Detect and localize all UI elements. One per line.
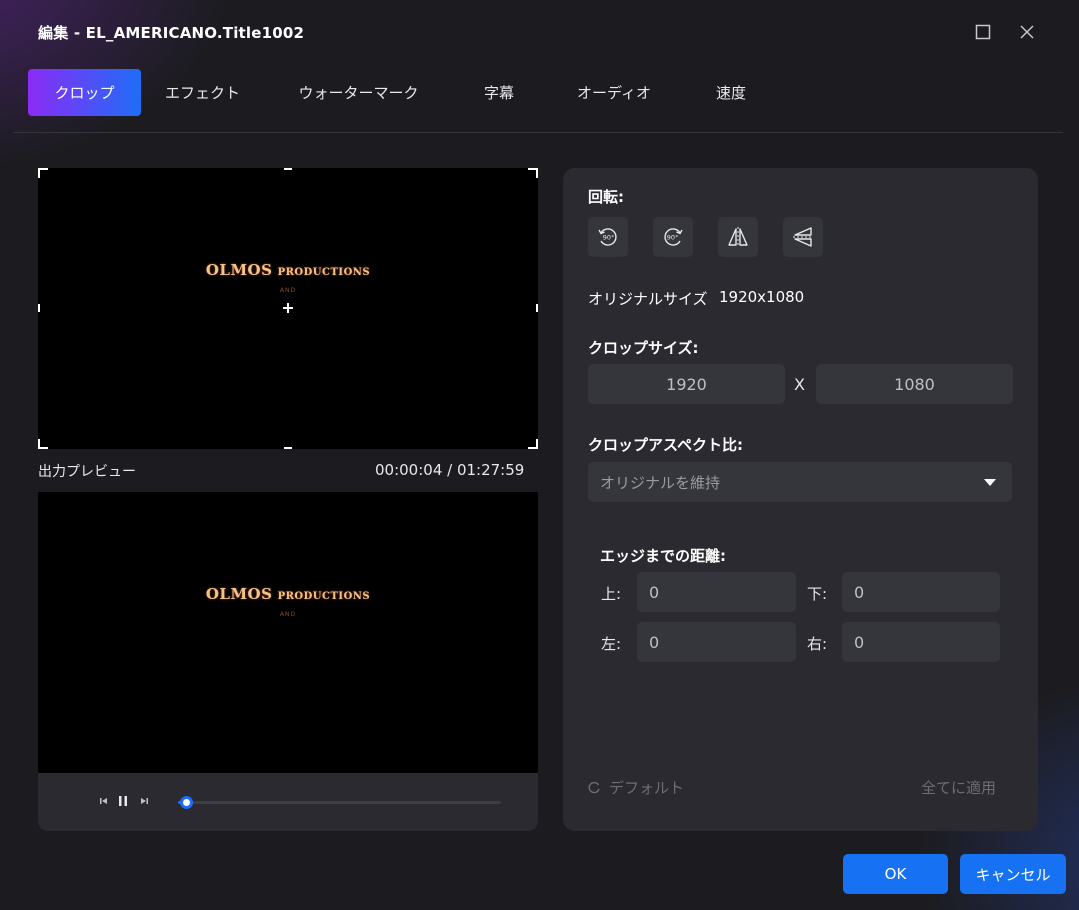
crop-preview[interactable]: OLMOS PRODUCTIONS AND [38,168,538,449]
right-distance-input[interactable]: 0 [842,622,1000,662]
pause-icon [119,796,127,806]
logo-small-text: AND [279,287,297,294]
logo-subtitle: PRODUCTIONS [277,267,371,278]
window-title: 編集 - EL_AMERICANO.Title1002 [38,24,305,42]
tab-audio[interactable]: オーディオ [568,69,660,116]
chevron-down-icon [984,479,996,486]
top-label: 上: [601,585,622,603]
close-icon [1020,25,1034,39]
tab-watermark[interactable]: ウォーターマーク [290,69,427,116]
crosshair-icon[interactable] [282,302,294,314]
skip-forward-icon [141,798,148,804]
tab-effects[interactable]: エフェクト [155,69,250,116]
crop-width-input[interactable]: 1920 [588,364,785,404]
skip-back-icon [100,798,107,804]
logo-small-text: AND [279,611,297,618]
rotate-right-button[interactable]: 90° [653,217,693,257]
output-preview-label: 出力プレビュー [38,464,136,480]
bottom-distance-input[interactable]: 0 [842,572,1000,612]
crop-handle-bottom-left[interactable] [38,439,48,449]
progress-track[interactable] [178,801,501,804]
crop-handle-top-left[interactable] [38,168,48,178]
logo-title: OLMOS [205,585,273,603]
maximize-icon [975,24,991,40]
video-logo: OLMOS PRODUCTIONS AND [38,260,538,294]
crop-handle-top-right[interactable] [528,168,538,178]
left-distance-input[interactable]: 0 [637,622,796,662]
reset-default-label: デフォルト [609,779,685,797]
flip-horizontal-icon [728,227,748,247]
ok-button[interactable]: OK [843,854,948,894]
rotate-left-degrees: 90° [603,234,615,242]
tab-subtitles[interactable]: 字幕 [468,69,530,116]
video-logo: OLMOS PRODUCTIONS AND [38,584,538,618]
tab-divider [13,132,1063,133]
aspect-ratio-select[interactable]: オリジナルを維持 [588,462,1012,502]
original-size-value: 1920x1080 [719,288,805,306]
flip-vertical-button[interactable] [783,217,823,257]
reset-icon [588,781,600,794]
crop-handle-bottom-right[interactable] [528,439,538,449]
reset-default-button[interactable]: デフォルト [588,777,684,798]
rotate-left-button[interactable]: 90° [588,217,628,257]
rotate-right-degrees: 90° [667,234,679,242]
crop-handle-right[interactable] [536,304,538,312]
rotate-left-icon: 90° [598,228,617,246]
rotate-right-icon: 90° [664,228,683,246]
tab-speed[interactable]: 速度 [700,69,762,116]
crop-size-label: クロップサイズ: [588,339,699,357]
right-label: 右: [807,635,828,653]
tab-crop[interactable]: クロップ [28,69,141,116]
top-distance-input[interactable]: 0 [637,572,796,612]
pause-button[interactable] [116,794,130,808]
logo-title: OLMOS [205,261,273,279]
logo-subtitle: PRODUCTIONS [277,591,371,602]
next-frame-button[interactable] [137,794,151,808]
crop-size-separator: X [794,375,805,394]
previous-frame-button[interactable] [97,794,111,808]
crop-height-input[interactable]: 1080 [816,364,1013,404]
crop-handle-left[interactable] [38,304,40,312]
left-label: 左: [601,635,622,653]
crop-handle-bottom[interactable] [284,447,292,449]
cancel-button[interactable]: キャンセル [960,854,1066,894]
flip-vertical-icon [793,227,813,247]
aspect-ratio-value: オリジナルを維持 [600,473,721,492]
timecode: 00:00:04 / 01:27:59 [375,461,525,479]
close-button[interactable] [1015,20,1039,44]
rotate-label: 回転: [588,188,624,206]
aspect-ratio-label: クロップアスペクト比: [588,436,743,454]
edge-distance-label: エッジまでの距離: [600,547,726,565]
apply-all-button[interactable]: 全てに適用 [921,777,996,798]
maximize-button[interactable] [971,20,995,44]
crop-handle-top[interactable] [284,168,292,170]
output-preview: OLMOS PRODUCTIONS AND [38,492,538,773]
flip-horizontal-button[interactable] [718,217,758,257]
original-size-label: オリジナルサイズ [588,290,708,308]
progress-knob[interactable] [180,796,193,809]
bottom-label: 下: [807,585,828,603]
